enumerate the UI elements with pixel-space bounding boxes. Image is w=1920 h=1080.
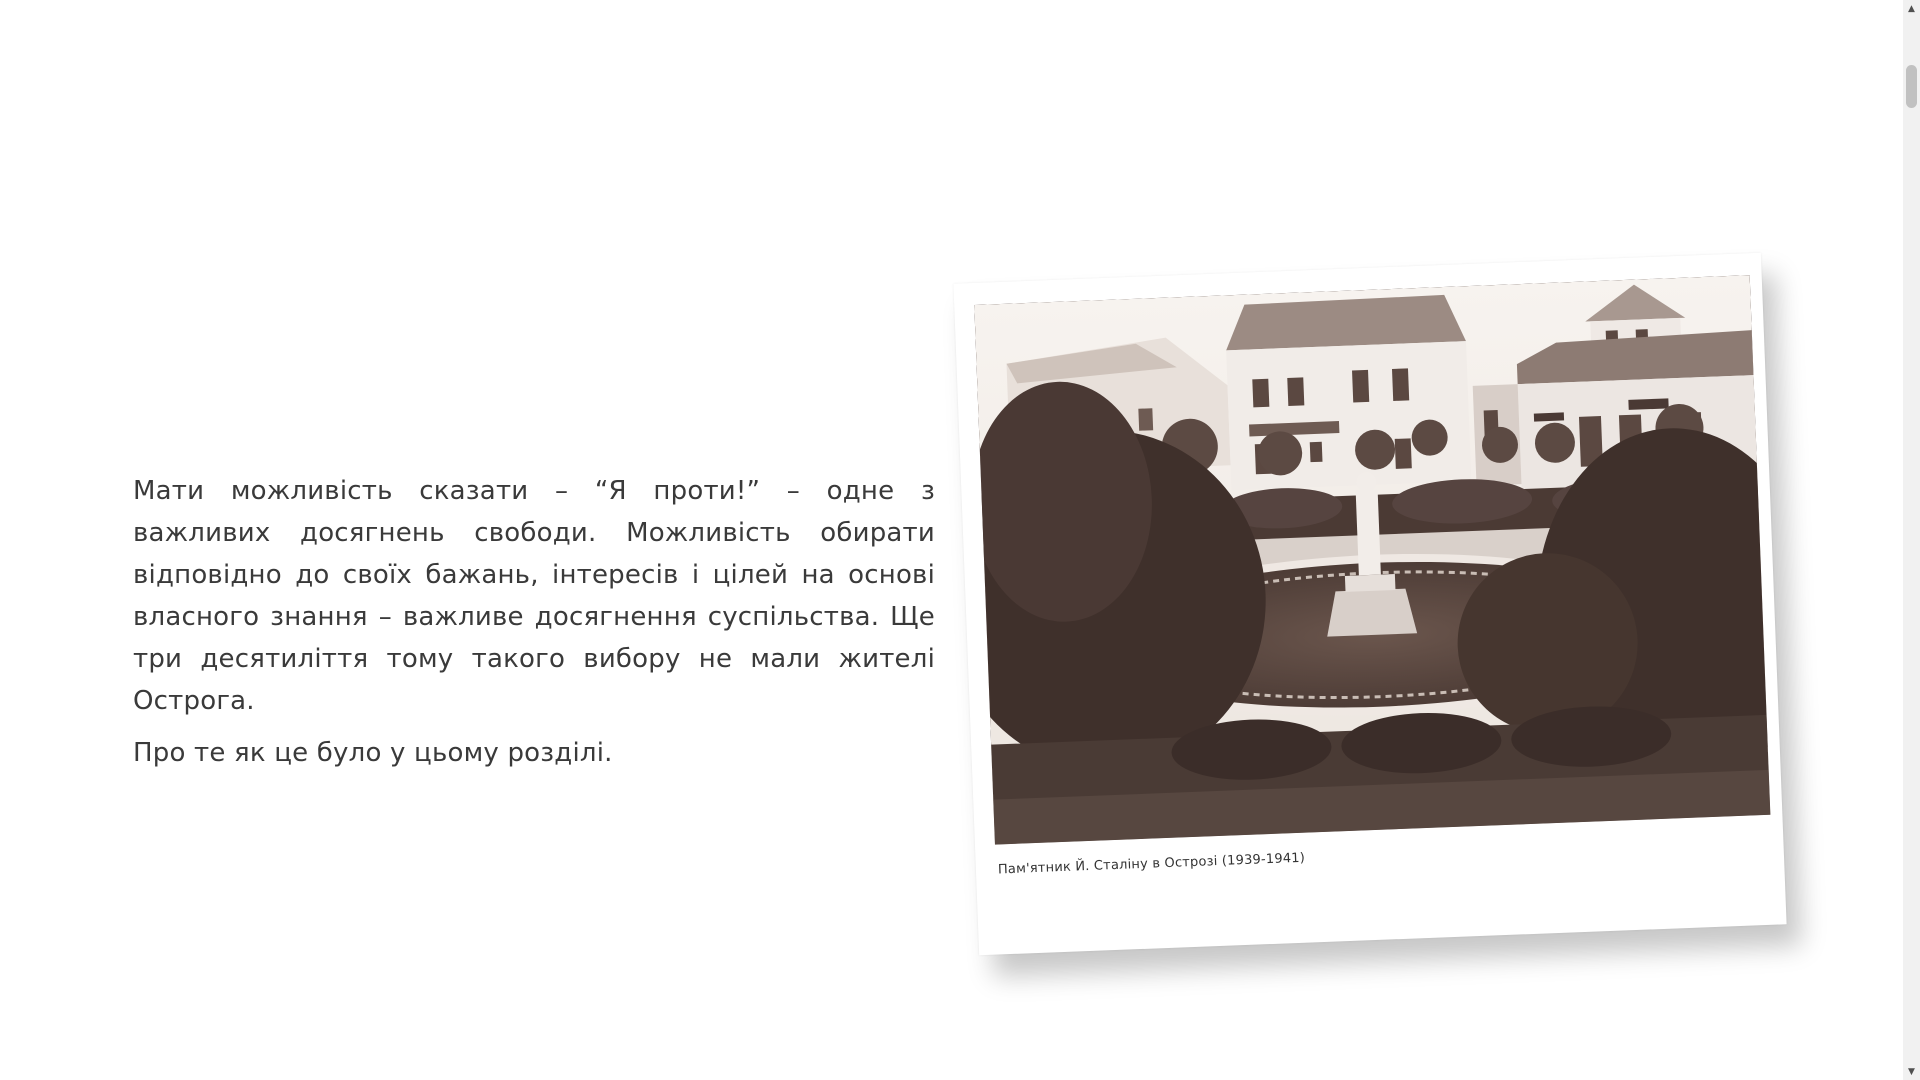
section-note: Про те як це було у цьому розділі. (133, 738, 613, 768)
photo-card: Пам'ятник Й. Сталіну в Острозі (1939-194… (953, 252, 1787, 956)
page-content: Мати можливість сказати – “Я проти!” – о… (0, 0, 1903, 1080)
photo-caption: Пам'ятник Й. Сталіну в Острозі (1939-194… (997, 850, 1306, 878)
scroll-up-arrow-icon[interactable]: ▲ (1903, 0, 1920, 17)
scroll-down-arrow-icon[interactable]: ▼ (1903, 1063, 1920, 1080)
stalin-monument-photo-image (974, 275, 1771, 845)
intro-text-block: Мати можливість сказати – “Я проти!” – о… (133, 470, 935, 784)
historical-photo (974, 275, 1771, 845)
scrollbar-thumb[interactable] (1906, 65, 1917, 108)
intro-paragraph: Мати можливість сказати – “Я проти!” – о… (133, 476, 935, 716)
vertical-scrollbar[interactable]: ▲ ▼ (1903, 0, 1920, 1080)
